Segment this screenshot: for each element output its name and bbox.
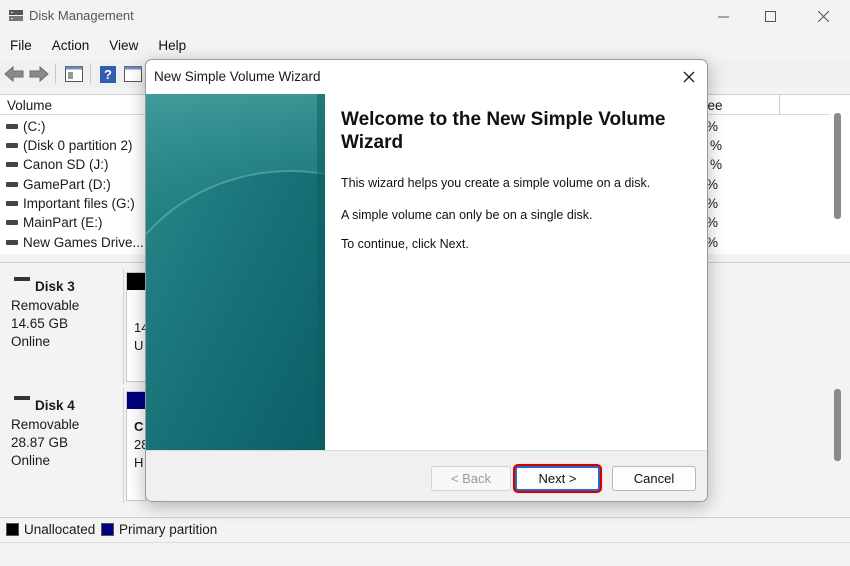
properties-button[interactable] — [63, 64, 85, 84]
toolbar-separator — [90, 64, 91, 84]
wizard-instruction: To continue, click Next. — [341, 237, 469, 251]
close-icon — [683, 71, 695, 83]
disk-3-partition[interactable]: 14 U — [126, 272, 148, 382]
volume-name: MainPart (E:) — [23, 215, 103, 230]
wizard-content: Welcome to the New Simple Volume Wizard … — [325, 94, 707, 450]
console-icon — [124, 66, 142, 82]
back-button[interactable] — [3, 64, 25, 84]
drive-icon — [6, 240, 18, 245]
back-arrow-icon — [4, 66, 24, 82]
help-icon: ? — [100, 65, 116, 83]
disk-management-app-icon — [9, 10, 23, 21]
status-bar — [0, 542, 850, 566]
volume-name: GamePart (D:) — [23, 177, 111, 192]
dialog-close-button[interactable] — [676, 66, 702, 88]
disk-status: Online — [11, 453, 51, 468]
properties-icon — [65, 66, 83, 82]
wizard-description: This wizard helps you create a simple vo… — [341, 176, 651, 190]
legend-unallocated: Unallocated — [24, 522, 96, 537]
drive-icon — [6, 182, 18, 187]
unallocated-swatch — [6, 523, 19, 536]
volume-list-scrollbar[interactable] — [830, 109, 846, 249]
wizard-footer: < Back Next > Cancel — [146, 450, 707, 501]
back-button[interactable]: < Back — [431, 466, 511, 491]
volume-free-pct: % — [710, 157, 723, 172]
new-simple-volume-wizard: New Simple Volume Wizard Welcome to the … — [145, 59, 708, 502]
maximize-icon — [764, 10, 776, 22]
window-title: Disk Management — [29, 8, 134, 23]
forward-button[interactable] — [28, 64, 50, 84]
menu-view[interactable]: View — [99, 35, 148, 57]
legend-primary: Primary partition — [119, 522, 218, 537]
volume-name: Canon SD (J:) — [23, 157, 109, 172]
title-bar: Disk Management — [0, 0, 850, 32]
disk-3-info[interactable]: Disk 3 Removable 14.65 GB Online — [2, 269, 124, 384]
partition-bar — [127, 392, 145, 409]
disk-type: Removable — [11, 298, 80, 313]
disk-4-info[interactable]: Disk 4 Removable 28.87 GB Online — [2, 388, 124, 503]
console-button[interactable] — [122, 64, 144, 84]
drive-icon — [6, 201, 18, 206]
minimize-icon — [717, 16, 729, 17]
partition-status: H — [134, 455, 144, 470]
disk-size: 14.65 GB — [11, 316, 69, 331]
disk-4-partition[interactable]: C 28 H — [126, 391, 148, 501]
volume-name: (C:) — [23, 119, 46, 134]
disk-name: Disk 4 — [35, 398, 75, 413]
close-icon — [817, 10, 829, 22]
drive-icon — [6, 124, 18, 129]
wizard-note: A simple volume can only be on a single … — [341, 208, 593, 222]
maximize-button[interactable] — [747, 0, 793, 32]
disk-type: Removable — [11, 417, 80, 432]
scrollbar-thumb[interactable] — [834, 113, 841, 219]
volume-name: (Disk 0 partition 2) — [23, 138, 133, 153]
partition-status: U — [134, 338, 144, 353]
cancel-button[interactable]: Cancel — [612, 466, 696, 491]
disk-icon — [14, 396, 30, 400]
column-volume[interactable]: Volume — [7, 98, 52, 113]
toolbar-separator — [55, 64, 56, 84]
wizard-heading: Welcome to the New Simple Volume Wizard — [341, 109, 666, 153]
svg-text:?: ? — [104, 67, 112, 82]
drive-icon — [6, 220, 18, 225]
menu-file[interactable]: File — [0, 35, 42, 57]
next-button[interactable]: Next > — [515, 466, 600, 491]
primary-swatch — [101, 523, 114, 536]
dialog-title: New Simple Volume Wizard — [154, 69, 321, 84]
drive-icon — [6, 162, 18, 167]
menu-bar: File Action View Help — [0, 35, 196, 57]
disk-size: 28.87 GB — [11, 435, 69, 450]
help-button[interactable]: ? — [97, 64, 119, 84]
disk-name: Disk 3 — [35, 279, 75, 294]
drive-icon — [6, 143, 18, 148]
disk-status: Online — [11, 334, 51, 349]
volume-name: Important files (G:) — [23, 196, 135, 211]
partition-bar — [127, 273, 145, 290]
scrollbar-thumb[interactable] — [834, 389, 841, 461]
column-divider[interactable] — [779, 95, 780, 115]
disk-icon — [14, 277, 30, 281]
wizard-banner-image — [146, 94, 325, 450]
legend: Unallocated Primary partition — [0, 517, 850, 541]
menu-help[interactable]: Help — [148, 35, 196, 57]
menu-action[interactable]: Action — [42, 35, 100, 57]
forward-arrow-icon — [29, 66, 49, 82]
window-close-button[interactable] — [800, 0, 846, 32]
partition-name: C — [134, 419, 144, 434]
volume-free-pct: % — [710, 138, 723, 153]
disk-pane-scrollbar[interactable] — [830, 373, 846, 483]
minimize-button[interactable] — [700, 0, 746, 32]
volume-name: New Games Drive... — [23, 235, 144, 250]
